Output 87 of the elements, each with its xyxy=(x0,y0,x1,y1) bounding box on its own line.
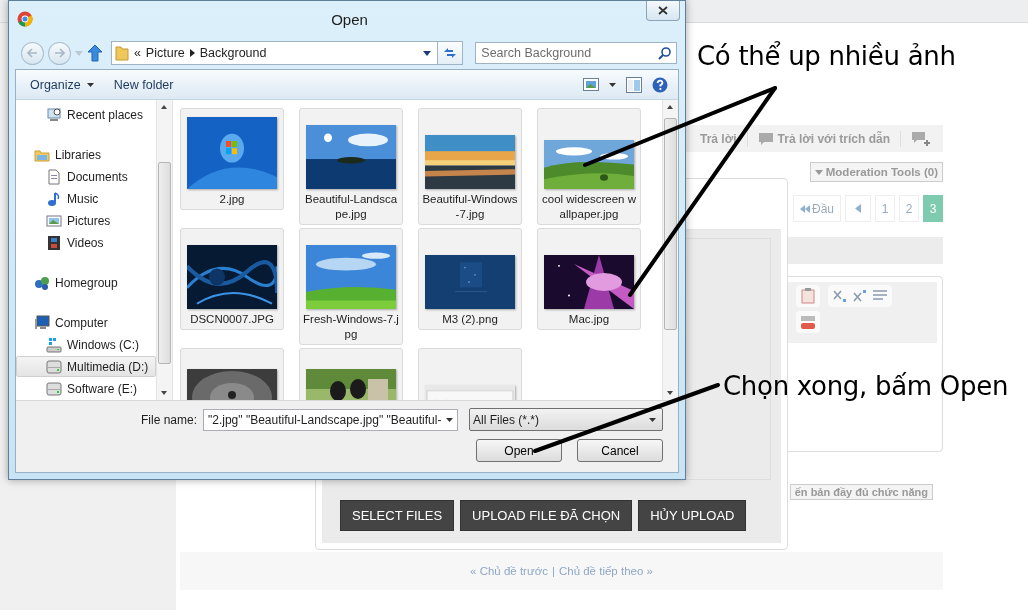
caret-icon xyxy=(649,417,656,422)
scrollbar[interactable] xyxy=(662,100,678,400)
video-icon[interactable] xyxy=(801,314,815,330)
file-tile[interactable]: DSCN0007.JPG xyxy=(180,228,284,330)
view-options-caret-icon xyxy=(609,82,616,87)
search-field[interactable]: Search Background xyxy=(475,42,677,64)
speech-bubble-icon xyxy=(757,131,774,146)
folder-icon xyxy=(114,45,129,61)
up-arrow-icon[interactable] xyxy=(86,44,103,62)
file-name: M3 (2).png xyxy=(441,312,499,327)
refresh-icon xyxy=(442,46,459,60)
back-arrow-icon xyxy=(27,48,38,58)
file-tile[interactable]: Beautiful-Landscape.jpg xyxy=(299,108,403,225)
browser-icon xyxy=(17,11,33,27)
nav-item[interactable]: Homegroup xyxy=(16,272,156,293)
scrollbar[interactable] xyxy=(156,100,172,400)
nav-item[interactable]: Windows (C:) xyxy=(16,334,156,355)
add-quote-icon[interactable] xyxy=(911,130,931,147)
new-folder-button[interactable]: New folder xyxy=(113,77,174,92)
file-name: Beautiful-Windows-7.jpg xyxy=(421,192,519,222)
file-tile[interactable]: 2.jpg xyxy=(180,108,284,210)
nav-item[interactable]: Videos xyxy=(16,232,156,253)
triangle-left-icon xyxy=(855,204,861,213)
nav-item[interactable]: Music xyxy=(16,188,156,209)
recent-icon xyxy=(46,106,62,123)
file-name: Beautiful-Landscape.jpg xyxy=(303,192,399,222)
nav-item[interactable]: Computer xyxy=(16,312,156,333)
rewind-icon xyxy=(800,204,810,213)
drive-icon xyxy=(46,358,62,375)
breadcrumb-item[interactable]: Picture xyxy=(145,46,185,60)
view-icon[interactable] xyxy=(583,78,599,91)
videos-icon xyxy=(46,234,62,251)
nav-item[interactable]: Multimedia (D:) xyxy=(16,356,156,377)
search-icon[interactable] xyxy=(658,46,671,60)
caret-icon xyxy=(446,417,453,422)
subscript-icon[interactable] xyxy=(833,289,847,303)
file-name: Fresh-Windows-7.jpg xyxy=(302,312,400,342)
forward-arrow-icon xyxy=(53,48,65,58)
annotation-text: Chọn xong, bấm Open xyxy=(723,371,1009,401)
nav-item[interactable]: Software (E:) xyxy=(16,378,156,399)
file-name-label: File name: xyxy=(140,412,197,427)
close-button[interactable] xyxy=(646,1,680,21)
link-separator: | xyxy=(551,565,555,577)
file-tile[interactable]: Fresh-Windows-7.jpg xyxy=(299,228,403,345)
file-name-field[interactable]: "2.jpg" "Beautiful-Landscape.jpg" "Beautiful- xyxy=(203,408,458,431)
nav-item[interactable]: Documents xyxy=(16,166,156,187)
breadcrumb-item[interactable]: Background xyxy=(199,46,267,60)
upload-action-button[interactable]: SELECT FILES xyxy=(340,500,455,531)
file-type-dropdown[interactable]: All Files (*.*) xyxy=(469,408,663,431)
upload-action-button[interactable]: HỦY UPLOAD xyxy=(638,500,747,531)
breadcrumb-overflow[interactable]: « xyxy=(133,46,141,60)
file-tile[interactable]: cool widescreen wallpaper.jpg xyxy=(537,108,641,225)
homegroup-icon xyxy=(34,274,50,291)
caret-icon[interactable] xyxy=(423,50,432,56)
pictures-icon xyxy=(46,212,62,229)
system-drive-icon xyxy=(46,336,62,353)
nav-item[interactable]: Libraries xyxy=(16,144,156,165)
file-tile[interactable]: Beautiful-Windows-7.jpg xyxy=(418,108,522,225)
cancel-button[interactable]: Cancel xyxy=(577,439,663,462)
file-tile[interactable]: Mac.jpg xyxy=(537,228,641,330)
refresh-button[interactable] xyxy=(437,41,464,65)
documents-icon xyxy=(46,168,62,185)
nav-item[interactable]: Recent places xyxy=(16,104,156,125)
annotation-text: Có thể up nhiều ảnh xyxy=(697,41,956,71)
nav-item[interactable]: Pictures xyxy=(16,210,156,231)
window-title: Open xyxy=(330,10,369,28)
file-name: Mac.jpg xyxy=(567,312,611,327)
music-icon xyxy=(46,190,62,207)
superscript-icon[interactable] xyxy=(853,289,867,303)
organize-menu[interactable]: Organize xyxy=(30,77,94,92)
file-name: cool widescreen wallpaper.jpg xyxy=(541,192,637,222)
file-name: 2.jpg xyxy=(218,192,246,207)
drive-icon xyxy=(46,380,62,397)
help-icon[interactable] xyxy=(652,76,668,93)
upload-action-button[interactable]: UPLOAD FILE ĐÃ CHỌN xyxy=(460,500,633,531)
chevron-right-icon[interactable] xyxy=(189,49,195,57)
paste-icon[interactable] xyxy=(801,288,815,304)
previous-page-button[interactable] xyxy=(845,195,871,222)
computer-icon xyxy=(34,314,50,331)
file-name: DSCN0007.JPG xyxy=(189,312,275,327)
close-icon xyxy=(658,6,668,15)
file-tile[interactable]: M3 (2).png xyxy=(418,228,522,330)
open-button[interactable]: Open xyxy=(476,439,562,462)
preview-pane-icon[interactable] xyxy=(626,76,642,93)
caret-icon xyxy=(814,169,823,175)
caret-icon xyxy=(86,82,94,87)
address-bar[interactable]: « Picture Background xyxy=(110,41,439,65)
